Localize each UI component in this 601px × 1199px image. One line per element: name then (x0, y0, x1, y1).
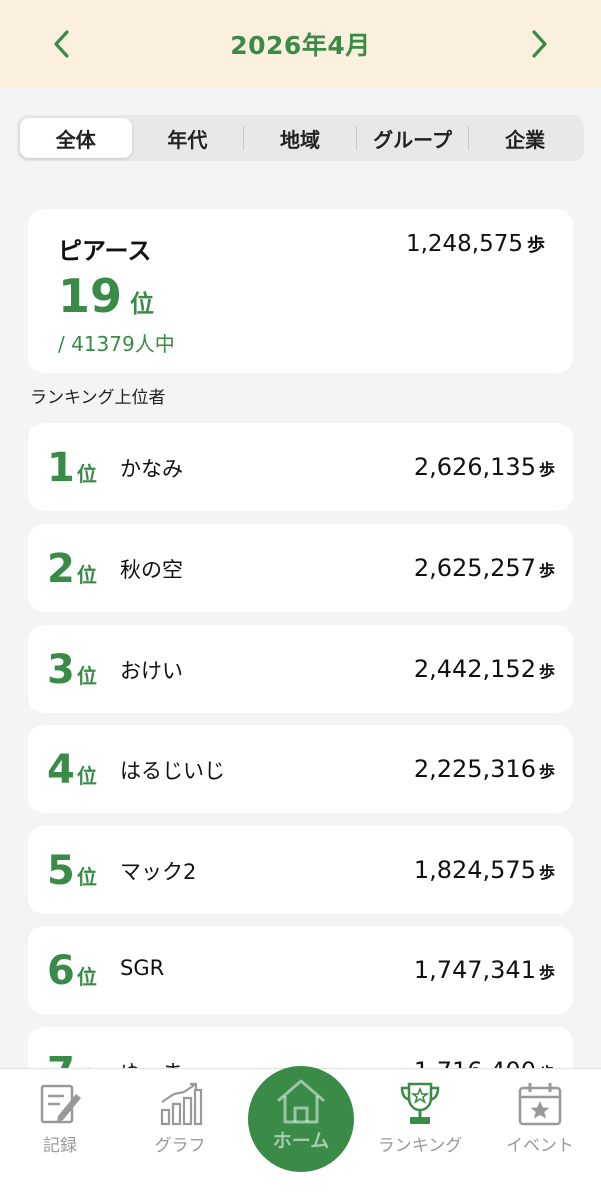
my-rank-suffix: 位 (130, 290, 155, 318)
rank-number: 4 (47, 747, 75, 793)
my-steps: 1,248,575 歩 (406, 231, 545, 257)
calendar-star-icon (515, 1079, 565, 1129)
tab-group[interactable]: グループ (357, 118, 469, 158)
ranking-row[interactable]: 5位 マック2 1,824,575 歩 (28, 826, 573, 914)
tab-company[interactable]: 企業 (469, 118, 581, 158)
tab-graph[interactable]: グラフ (120, 1069, 240, 1169)
steps-unit: 歩 (538, 662, 555, 681)
ranking-row[interactable]: 7位 ゆ ま 1,716,400歩 (28, 1027, 573, 1068)
user-name: ゆ ま (120, 1057, 183, 1068)
rank-suffix: 位 (76, 563, 97, 587)
tab-label: イベント (506, 1136, 574, 1156)
rank-position: 2位 (47, 546, 97, 592)
user-steps: 2,625,257 歩 (414, 554, 555, 582)
user-name: かなみ (120, 457, 183, 481)
rank-number: 3 (47, 647, 75, 693)
ranking-row[interactable]: 3位 おけい 2,442,152 歩 (28, 625, 573, 713)
rank-number: 5 (47, 848, 75, 894)
rank-suffix: 位 (76, 865, 97, 889)
tab-age[interactable]: 年代 (132, 118, 244, 158)
my-rank-number: 19 (58, 269, 123, 323)
steps-value: 2,225,316 (413, 755, 536, 783)
steps-value: 2,626,135 (413, 453, 536, 481)
rank-position: 6位 (47, 948, 97, 994)
tab-label: 記録 (43, 1136, 77, 1156)
rank-number: 2 (47, 546, 75, 592)
steps-value: 1,824,575 (413, 856, 536, 884)
user-steps: 2,225,316 歩 (414, 755, 555, 783)
steps-value: 1,716,400 (414, 1057, 536, 1068)
rank-position: 1位 (47, 445, 97, 491)
user-name: おけい (120, 659, 183, 683)
ranking-row[interactable]: 1位 かなみ 2,626,135 歩 (28, 423, 573, 511)
user-steps: 1,824,575 歩 (414, 856, 555, 884)
section-title: ランキング上位者 (30, 388, 166, 408)
tab-label: ホーム (272, 1130, 330, 1152)
rank-suffix: 位 (76, 965, 97, 989)
steps-unit: 歩 (538, 863, 555, 882)
month-title: 2026年4月 (230, 31, 371, 60)
my-rank-card: ピアース 1,248,575 歩 19 位 / 41379人中 (28, 209, 573, 373)
rank-position: 3位 (47, 647, 97, 693)
rank-suffix: 位 (76, 764, 97, 788)
user-name: マック2 (120, 860, 197, 884)
notebook-pen-icon (35, 1079, 85, 1129)
tab-region[interactable]: 地域 (244, 118, 356, 158)
steps-unit: 歩 (538, 762, 555, 781)
bar-chart-icon (155, 1079, 205, 1129)
rank-number: 1 (47, 445, 75, 491)
prev-month-button[interactable] (42, 24, 82, 64)
steps-unit: 歩 (538, 460, 555, 479)
tab-label: ランキング (377, 1136, 463, 1156)
ranking-scope-tabs: 全体 年代 地域 グループ 企業 (17, 115, 584, 161)
total-participants: / 41379人中 (58, 332, 175, 356)
steps-value: 1,747,341 (413, 956, 536, 984)
steps-value: 2,442,152 (413, 655, 536, 683)
my-steps-value: 1,248,575 (405, 231, 523, 257)
tab-record[interactable]: 記録 (0, 1069, 120, 1169)
ranking-list[interactable]: 1位 かなみ 2,626,135 歩 2位 秋の空 2,625,257 歩 3位 お… (0, 418, 601, 1068)
user-steps: 1,716,400歩 (414, 1057, 555, 1068)
user-name: SGR (120, 956, 165, 980)
chevron-left-icon (54, 30, 69, 58)
user-name: 秋の空 (120, 558, 183, 582)
my-rank: 19 位 (58, 269, 154, 323)
rank-suffix: 位 (76, 462, 97, 486)
user-steps: 2,626,135 歩 (414, 453, 555, 481)
next-month-button[interactable] (519, 24, 559, 64)
rank-position: 4位 (47, 747, 97, 793)
steps-unit: 歩 (538, 561, 555, 580)
ranking-row[interactable]: 4位 はるじいじ 2,225,316 歩 (28, 725, 573, 813)
ranking-row[interactable]: 6位 SGR 1,747,341 歩 (28, 926, 573, 1014)
trophy-icon (395, 1079, 445, 1129)
rank-position: 5位 (47, 848, 97, 894)
chevron-right-icon (532, 30, 547, 58)
steps-value: 2,625,257 (413, 554, 536, 582)
steps-unit: 歩 (538, 963, 555, 982)
user-steps: 2,442,152 歩 (414, 655, 555, 683)
user-name: はるじいじ (120, 759, 225, 783)
home-icon (273, 1076, 329, 1126)
rank-position: 7位 (47, 1049, 97, 1068)
my-steps-unit: 歩 (527, 235, 545, 256)
tab-home[interactable]: ホーム (248, 1066, 354, 1172)
user-steps: 1,747,341 歩 (414, 956, 555, 984)
tab-ranking[interactable]: ランキング (360, 1069, 480, 1169)
tab-all[interactable]: 全体 (20, 118, 132, 158)
my-name: ピアース (58, 237, 152, 265)
ranking-row[interactable]: 2位 秋の空 2,625,257 歩 (28, 524, 573, 612)
rank-number: 7 (47, 1049, 75, 1068)
rank-number: 6 (47, 948, 75, 994)
app-header: 2026年4月 (0, 0, 601, 88)
tab-event[interactable]: イベント (480, 1069, 600, 1169)
tab-label: グラフ (154, 1136, 206, 1156)
rank-suffix: 位 (76, 664, 97, 688)
